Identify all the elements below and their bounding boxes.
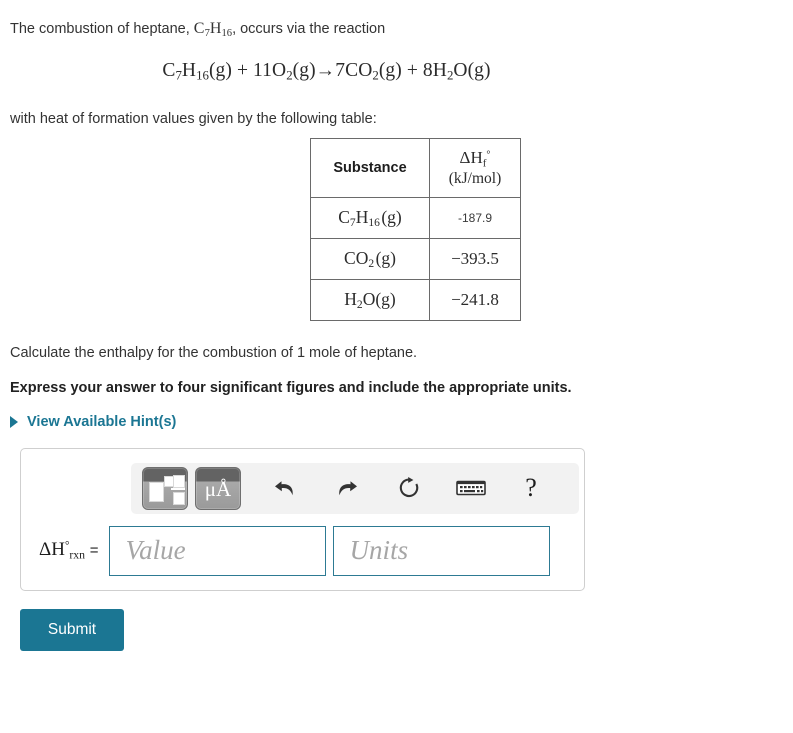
row-substance-heptane: C7H16 (g): [310, 196, 430, 239]
value-placeholder: Value: [125, 535, 186, 566]
problem-page: The combustion of heptane, C7H16, occurs…: [0, 0, 793, 651]
template-main-box-icon: [149, 481, 164, 502]
value-input[interactable]: Value: [108, 525, 326, 576]
question-mark-icon: ?: [525, 473, 537, 503]
delta-h-rxn-subscript: rxn: [69, 548, 86, 562]
heat-of-formation-table: Substance ΔHf° (kJ/mol) C7H16 (g) -187.9…: [310, 137, 521, 321]
delta-h-rxn-label: ΔH°rxn =: [39, 539, 99, 562]
problem-intro-line: The combustion of heptane, C7H16, occurs…: [10, 18, 793, 42]
triangle-right-icon: [10, 415, 18, 428]
template-fraction-bar-icon: [171, 487, 185, 490]
keyboard-button[interactable]: [448, 468, 494, 509]
answer-input-row: ΔH°rxn = Value Units: [39, 525, 584, 576]
micro-angstrom-icon: μÅ: [204, 476, 232, 501]
reset-button[interactable]: [386, 468, 432, 509]
redo-button[interactable]: [324, 468, 370, 509]
refresh-circle-icon: [399, 477, 419, 498]
row-value-co2: −393.5: [429, 237, 521, 280]
math-template-button[interactable]: [142, 466, 188, 510]
help-button[interactable]: ?: [508, 468, 554, 509]
equals-sign: =: [89, 542, 99, 560]
table-row: C7H16 (g) -187.9: [310, 196, 521, 239]
row-value-h2o: −241.8: [429, 278, 521, 321]
significant-figures-instruction: Express your answer to four significant …: [10, 379, 572, 396]
header-units: (kJ/mol): [448, 170, 502, 188]
heat-of-formation-table-wrapper: Substance ΔHf° (kJ/mol) C7H16 (g) -187.9…: [10, 137, 793, 321]
intro-text-after: , occurs via the reaction: [232, 21, 386, 37]
keyboard-icon: [456, 481, 486, 496]
intro-text-before: The combustion of heptane,: [10, 21, 194, 37]
template-denominator-box-icon: [173, 491, 185, 505]
delta-h-text: ΔH: [459, 147, 483, 167]
undo-button[interactable]: [262, 468, 308, 509]
table-row: CO2 (g) −393.5: [310, 237, 521, 280]
table-row: H2O(g) −241.8: [310, 278, 521, 321]
view-hints-link[interactable]: View Available Hint(s): [10, 414, 176, 430]
calculate-instruction: Calculate the enthalpy for the combustio…: [10, 344, 418, 361]
header-substance: Substance: [310, 137, 430, 198]
units-placeholder: Units: [349, 535, 409, 566]
undo-arrow-icon: [275, 481, 293, 496]
row-substance-co2: CO2 (g): [310, 237, 430, 280]
delta-h-superscript: °: [486, 149, 491, 161]
table-lead-in: with heat of formation values given by t…: [10, 111, 377, 128]
row-substance-h2o: H2O(g): [310, 278, 430, 321]
reaction-equation-text: C7H16(g) + 11O2(g)→7CO2(g) + 8H2O(g): [162, 59, 491, 83]
reaction-equation: C7H16(g) + 11O2(g)→7CO2(g) + 8H2O(g): [10, 60, 793, 84]
table-header-row: Substance ΔHf° (kJ/mol): [310, 137, 521, 198]
redo-arrow-icon: [339, 481, 357, 496]
heptane-formula: C7H16: [193, 20, 233, 39]
header-delta-hf-symbol: ΔHf° (kJ/mol): [430, 148, 520, 188]
template-numerator-box-icon: [173, 474, 185, 488]
answer-entry-panel: μÅ ? ΔH°rxn = Value Units: [20, 447, 585, 591]
row-value-heptane: -187.9: [429, 196, 521, 239]
view-hints-label: View Available Hint(s): [27, 413, 177, 430]
answer-toolbar: μÅ ?: [131, 462, 579, 514]
units-input[interactable]: Units: [332, 525, 550, 576]
header-delta-hf: ΔHf° (kJ/mol): [429, 137, 521, 198]
submit-button[interactable]: Submit: [20, 608, 124, 651]
units-button[interactable]: μÅ: [195, 466, 241, 510]
